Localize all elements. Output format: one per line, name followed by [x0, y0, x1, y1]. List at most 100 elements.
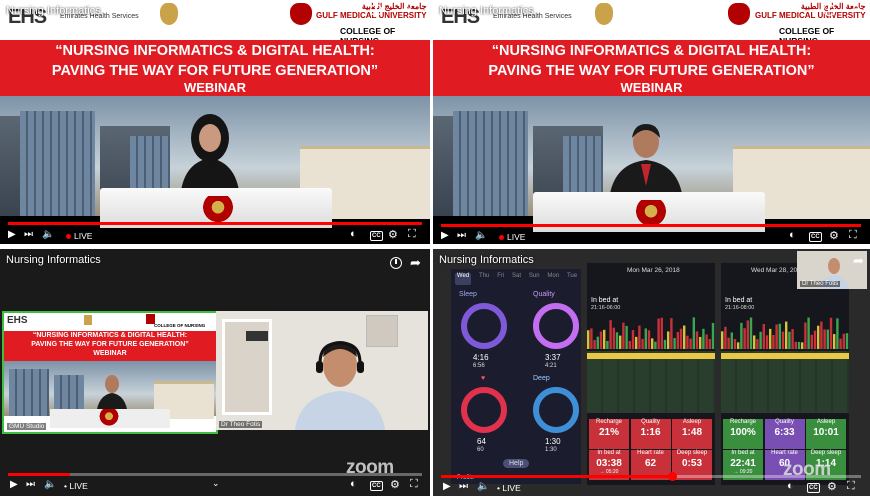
video-player-top-left[interactable]: EHS Emirates Health Services جامعة الخلي…	[0, 0, 430, 244]
volume-icon[interactable]: 🔈	[477, 481, 489, 492]
live-badge[interactable]: • LIVE	[64, 481, 88, 491]
watch-later-icon[interactable]	[823, 4, 835, 16]
tile-label: Asleep	[816, 419, 836, 425]
phone-sleep-dashboard: Wed Thu Fri Sat Sun Mon Tue Sleep Quality 4:16…	[451, 269, 581, 484]
watch-later-icon[interactable]	[390, 257, 402, 269]
summary-tile: Recharge 21%	[589, 419, 629, 449]
next-icon[interactable]: ⏭	[459, 481, 468, 492]
volume-icon[interactable]: 🔈	[42, 229, 54, 240]
play-icon[interactable]: ▶	[443, 481, 451, 492]
participant-label-speaker: Dr Theo Fotis	[219, 421, 263, 428]
share-icon[interactable]: ➦	[410, 255, 421, 271]
banner-line2: PAVING THE WAY FOR FUTURE GENERATION”	[51, 63, 379, 79]
autoplay-icon[interactable]: ◐	[350, 478, 357, 490]
volume-icon[interactable]: 🔈	[475, 230, 487, 241]
participant-pane-speaker[interactable]: Dr Theo Fotis	[216, 311, 428, 430]
deep-label: Deep	[533, 375, 550, 382]
autoplay-icon[interactable]: ◐	[787, 480, 794, 492]
participant-pane-studio[interactable]: EHS COLLEGE OF NURSING “NURSING INFORMAT…	[2, 311, 218, 434]
next-icon[interactable]: ⏭	[457, 230, 466, 241]
heart-rate-bar	[625, 325, 628, 349]
captions-button[interactable]: CC	[370, 231, 383, 241]
heart-rate-bar	[631, 330, 635, 349]
heart-rate-bar	[781, 331, 785, 349]
heart-rate-bar	[644, 328, 647, 349]
heart-rate-bar	[820, 321, 823, 349]
settings-icon[interactable]: ⚙	[827, 480, 837, 493]
progress-bar[interactable]	[441, 224, 861, 227]
heart-rate-bar	[746, 320, 749, 349]
progress-bar[interactable]	[441, 472, 861, 481]
heart-rate-bar	[699, 336, 702, 349]
next-icon[interactable]: ⏭	[24, 229, 33, 240]
video-title: Nursing Informatics	[439, 254, 534, 266]
banner-line3: WEBINAR	[183, 80, 247, 95]
captions-button[interactable]: CC	[370, 481, 383, 491]
heart-rate-bar	[615, 332, 619, 349]
heart-rate-bar	[647, 330, 651, 349]
captions-button[interactable]: CC	[807, 483, 820, 493]
progress-bar[interactable]	[8, 222, 422, 225]
sleep-stage-chart	[721, 351, 849, 413]
presenter-video	[170, 108, 250, 200]
video-title: Nursing Informatics	[6, 5, 101, 17]
heart-rate-bar	[660, 317, 663, 349]
watch-later-icon[interactable]	[370, 4, 382, 16]
video-player-bottom-left[interactable]: Nursing Informatics ➦ EHS COLLEGE OF NUR…	[0, 249, 430, 496]
fullscreen-icon[interactable]: ⛶	[410, 478, 418, 491]
summary-tile: Asleep 10:01	[806, 419, 846, 449]
heart-rate-bar	[619, 335, 622, 349]
heart-rate-bar	[683, 325, 686, 349]
heart-rate-bar	[797, 341, 801, 349]
next-icon[interactable]: ⏭	[26, 479, 35, 490]
video-player-bottom-right[interactable]: Wed Thu Fri Sat Sun Mon Tue Sleep Quality 4:16…	[433, 249, 870, 496]
webinar-banner: “NURSING INFORMATICS & DIGITAL HEALTH: P…	[4, 331, 216, 361]
live-badge[interactable]: LIVE	[499, 232, 525, 242]
progress-bar[interactable]	[8, 473, 422, 476]
play-icon[interactable]: ▶	[8, 229, 16, 240]
participant-label-speaker: Dr Theo Fotis	[800, 281, 841, 287]
day-tab: Fri	[497, 273, 505, 279]
video-player-top-right[interactable]: EHS Emirates Health Services جامعة الخلي…	[433, 0, 870, 244]
captions-button[interactable]: CC	[809, 232, 822, 242]
share-icon[interactable]: ➦	[853, 253, 864, 269]
day-tab: Sat	[512, 273, 522, 279]
heart-rate-bar	[663, 339, 667, 349]
heart-rate-bar	[839, 338, 842, 349]
ehs-logo: EHS	[7, 315, 28, 326]
live-badge[interactable]: • LIVE	[497, 483, 521, 493]
tile-label: Quality	[641, 419, 660, 425]
heart-rate-bar	[733, 339, 737, 349]
settings-icon[interactable]: ⚙	[388, 228, 398, 241]
autoplay-icon[interactable]: ◐	[789, 229, 796, 241]
settings-icon[interactable]: ⚙	[829, 229, 839, 242]
uae-emblem-icon	[595, 3, 613, 25]
live-badge[interactable]: LIVE	[66, 231, 92, 241]
help-button: Help	[503, 459, 530, 468]
volume-icon[interactable]: 🔈	[44, 479, 56, 490]
tile-label: Heart rate	[637, 450, 664, 456]
tile-label: Asleep	[682, 419, 702, 425]
heart-rate-bar	[657, 318, 660, 349]
heart-rate-bar	[743, 328, 746, 349]
play-icon[interactable]: ▶	[10, 479, 18, 490]
settings-icon[interactable]: ⚙	[390, 478, 400, 491]
fullscreen-icon[interactable]: ⛶	[408, 228, 416, 241]
autoplay-icon[interactable]: ◐	[350, 228, 357, 240]
tile-label: Deep sleep	[676, 450, 708, 456]
share-icon[interactable]: ➦	[851, 2, 862, 18]
heart-rate-bar	[826, 329, 829, 349]
sleep-value: 4:16	[473, 353, 489, 362]
chevron-down-icon[interactable]: ⌄	[212, 478, 220, 489]
heart-rate-bar	[829, 317, 833, 349]
heart-ring	[461, 387, 507, 433]
heart-rate-bar	[794, 341, 797, 349]
heart-rate-bar	[593, 339, 596, 349]
fullscreen-icon[interactable]: ⛶	[849, 229, 857, 242]
tile-label: Recharge	[729, 419, 756, 425]
heart-rate-bar	[705, 334, 708, 349]
heart-rate-bar	[772, 334, 775, 349]
play-icon[interactable]: ▶	[441, 230, 449, 241]
share-icon[interactable]: ➦	[402, 2, 413, 18]
fullscreen-icon[interactable]: ⛶	[847, 480, 855, 493]
